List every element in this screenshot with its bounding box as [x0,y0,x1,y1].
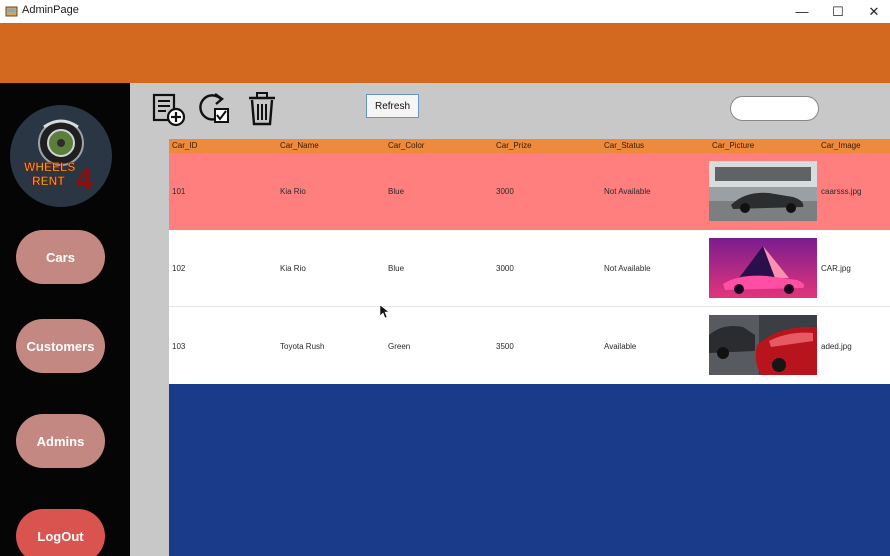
cell-car-id: 102 [172,264,186,273]
cell-car-id: 101 [172,187,186,196]
admins-button[interactable]: Admins [16,414,105,468]
cell-car-name: Toyota Rush [280,342,325,351]
sidebar: WHEELS RENT 4 Cars Customers Admins LogO… [0,83,130,556]
logo: WHEELS RENT 4 [10,105,112,207]
cell-car-color: Blue [388,187,405,196]
logout-button[interactable]: LogOut [16,509,105,556]
column-header[interactable]: Car_Name [280,141,319,150]
cell-car-name: Kia Rio [280,187,306,196]
logo-text-wheels: WHEELS [24,160,75,174]
app-icon [5,6,18,17]
search-input[interactable] [730,96,819,121]
car-picture [709,161,817,221]
title-bar: AdminPage — ☐ ✕ [0,0,890,23]
mouse-cursor-icon [380,305,390,319]
cell-car-color: Green [388,342,411,351]
cell-car-status: Not Available [604,187,651,196]
cell-car-id: 103 [172,342,186,351]
header-banner [0,23,890,83]
column-header[interactable]: Car_ID [172,141,197,150]
refresh-check-icon[interactable] [197,91,233,127]
cell-car-image: caarsss.jpg [821,187,862,196]
wheel-logo-icon: WHEELS RENT 4 [24,119,93,196]
main-panel: Refresh Car_ID Car_Name Car_Color Car_Pr… [130,83,890,556]
cell-car-status: Available [604,342,637,351]
window-title: AdminPage [22,4,79,16]
maximize-button[interactable]: ☐ [820,0,856,23]
table-row[interactable]: 103 Toyota Rush Green 3500 Available ade… [169,307,890,384]
customers-button[interactable]: Customers [16,319,105,373]
column-header[interactable]: Car_Status [604,141,644,150]
add-document-icon[interactable] [150,91,186,127]
trash-icon[interactable] [244,91,280,127]
minimize-button[interactable]: — [784,0,820,23]
column-header[interactable]: Car_Color [388,141,424,150]
logo-text-rent: RENT [32,174,65,188]
cars-data-grid[interactable]: Car_ID Car_Name Car_Color Car_Prize Car_… [169,139,890,556]
table-row[interactable]: 101 Kia Rio Blue 3000 Not Available caar… [169,153,890,230]
cars-button[interactable]: Cars [16,230,105,284]
column-header[interactable]: Car_Prize [496,141,532,150]
cell-car-status: Not Available [604,264,651,273]
cell-car-image: aded.jpg [821,342,852,351]
car-picture [709,238,817,298]
cell-car-name: Kia Rio [280,264,306,273]
column-header[interactable]: Car_Picture [712,141,754,150]
cell-car-color: Blue [388,264,405,273]
grid-header: Car_ID Car_Name Car_Color Car_Prize Car_… [169,139,890,153]
table-row[interactable]: 102 Kia Rio Blue 3000 Not Available CAR.… [169,230,890,307]
cell-car-image: CAR.jpg [821,264,851,273]
logo-text-number: 4 [76,163,93,196]
cell-car-prize: 3000 [496,264,514,273]
column-header[interactable]: Car_Image [821,141,861,150]
car-picture [709,315,817,375]
cell-car-prize: 3500 [496,342,514,351]
close-button[interactable]: ✕ [856,0,890,23]
cell-car-prize: 3000 [496,187,514,196]
refresh-button[interactable]: Refresh [366,94,419,118]
